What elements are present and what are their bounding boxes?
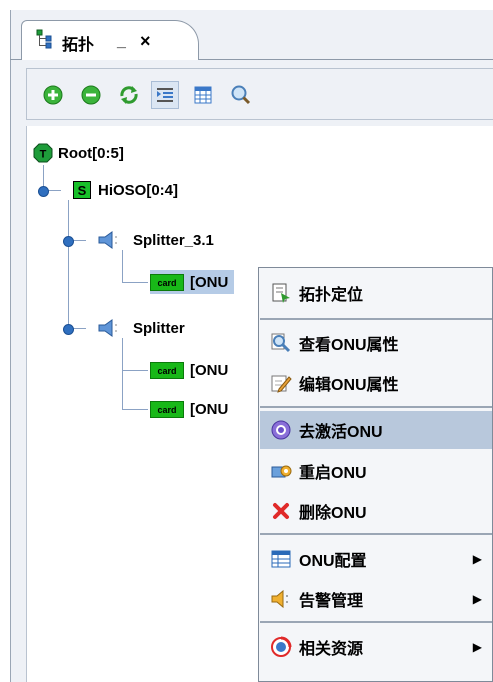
tree-node-splitter[interactable]: Splitter_3.1 [97, 228, 214, 252]
menu-item-onu-config[interactable]: ONU配置 ▶ [260, 540, 492, 578]
tree-node-olt[interactable]: S HiOSO[0:4] [73, 178, 178, 202]
menu-item-resources[interactable]: 相关资源 ▶ [260, 628, 492, 666]
submenu-arrow-icon: ▶ [472, 592, 482, 606]
tree-node-onu[interactable]: card [ONU [150, 270, 235, 294]
table-icon[interactable] [189, 81, 217, 109]
expand-toggle[interactable] [63, 236, 74, 247]
tree-node-onu[interactable]: card [ONU [150, 397, 228, 421]
remove-icon[interactable] [77, 81, 105, 109]
tree-node-label: Root[0:5] [58, 144, 124, 162]
menu-item-locate[interactable]: 拓扑定位 [260, 274, 492, 312]
menu-separator [260, 621, 492, 623]
splitter-icon [97, 230, 121, 250]
submenu-arrow-icon: ▶ [472, 640, 482, 654]
locate-icon [270, 282, 292, 304]
tree-line [68, 200, 69, 330]
card-icon: card [150, 400, 184, 418]
server-icon: S [73, 181, 91, 199]
view-props-icon [270, 332, 292, 354]
tree-node-splitter[interactable]: Splitter [97, 316, 185, 340]
toolbar [26, 68, 493, 120]
expand-toggle[interactable] [63, 324, 74, 335]
tree-line [122, 370, 148, 371]
menu-separator [260, 406, 492, 408]
card-icon: card [150, 273, 184, 291]
tree-node-label: Splitter [133, 319, 185, 337]
refresh-icon[interactable] [115, 81, 143, 109]
expand-toggle[interactable] [38, 186, 49, 197]
edit-props-icon [270, 372, 292, 394]
menu-item-delete[interactable]: 删除ONU [260, 492, 492, 530]
splitter-icon [97, 318, 121, 338]
delete-icon [270, 500, 292, 522]
tab-topology[interactable]: 拓扑 _ × [21, 20, 199, 60]
config-icon [270, 548, 292, 570]
indent-icon[interactable] [151, 81, 179, 109]
search-icon[interactable] [227, 81, 255, 109]
tree-node-onu[interactable]: card [ONU [150, 358, 228, 382]
tree-node-label: [ONU [190, 400, 229, 418]
deactivate-icon [270, 419, 292, 441]
root-icon: T [33, 143, 53, 163]
menu-item-deactivate[interactable]: 去激活ONU [260, 411, 492, 449]
context-menu: 拓扑定位 查看ONU属性 编辑ONU属性 去激活ONU 重启ONU 删除ONU [258, 267, 493, 682]
submenu-arrow-icon: ▶ [472, 552, 482, 566]
tree-line [122, 282, 148, 283]
tab-baseline [10, 59, 21, 60]
tree-node-label: Splitter_3.1 [133, 231, 214, 249]
restart-icon [270, 460, 292, 482]
menu-separator [260, 318, 492, 320]
resource-icon [270, 636, 292, 658]
menu-item-edit-props[interactable]: 编辑ONU属性 [260, 364, 492, 402]
menu-item-alarm[interactable]: 告警管理 ▶ [260, 580, 492, 618]
tree-node-label: [ONU [190, 273, 229, 291]
topology-icon [36, 29, 54, 49]
tree-line [122, 409, 148, 410]
tree-node-root[interactable]: T Root[0:5] [33, 141, 124, 165]
card-icon: card [150, 361, 184, 379]
svg-text:T: T [40, 149, 47, 161]
tree-node-label: [ONU [190, 361, 229, 379]
menu-item-view-props[interactable]: 查看ONU属性 [260, 324, 492, 362]
minimize-button[interactable]: _ [117, 33, 126, 51]
add-icon[interactable] [39, 81, 67, 109]
tree-line [122, 250, 123, 282]
menu-separator [260, 533, 492, 535]
close-button[interactable]: × [140, 31, 151, 52]
svg-text:S: S [78, 183, 87, 198]
tree-line [122, 338, 123, 410]
tab-title: 拓扑 [62, 37, 95, 54]
tab-baseline [199, 59, 493, 60]
tree-node-label: HiOSO[0:4] [98, 181, 179, 199]
alarm-icon [270, 588, 292, 610]
menu-item-restart[interactable]: 重启ONU [260, 452, 492, 490]
